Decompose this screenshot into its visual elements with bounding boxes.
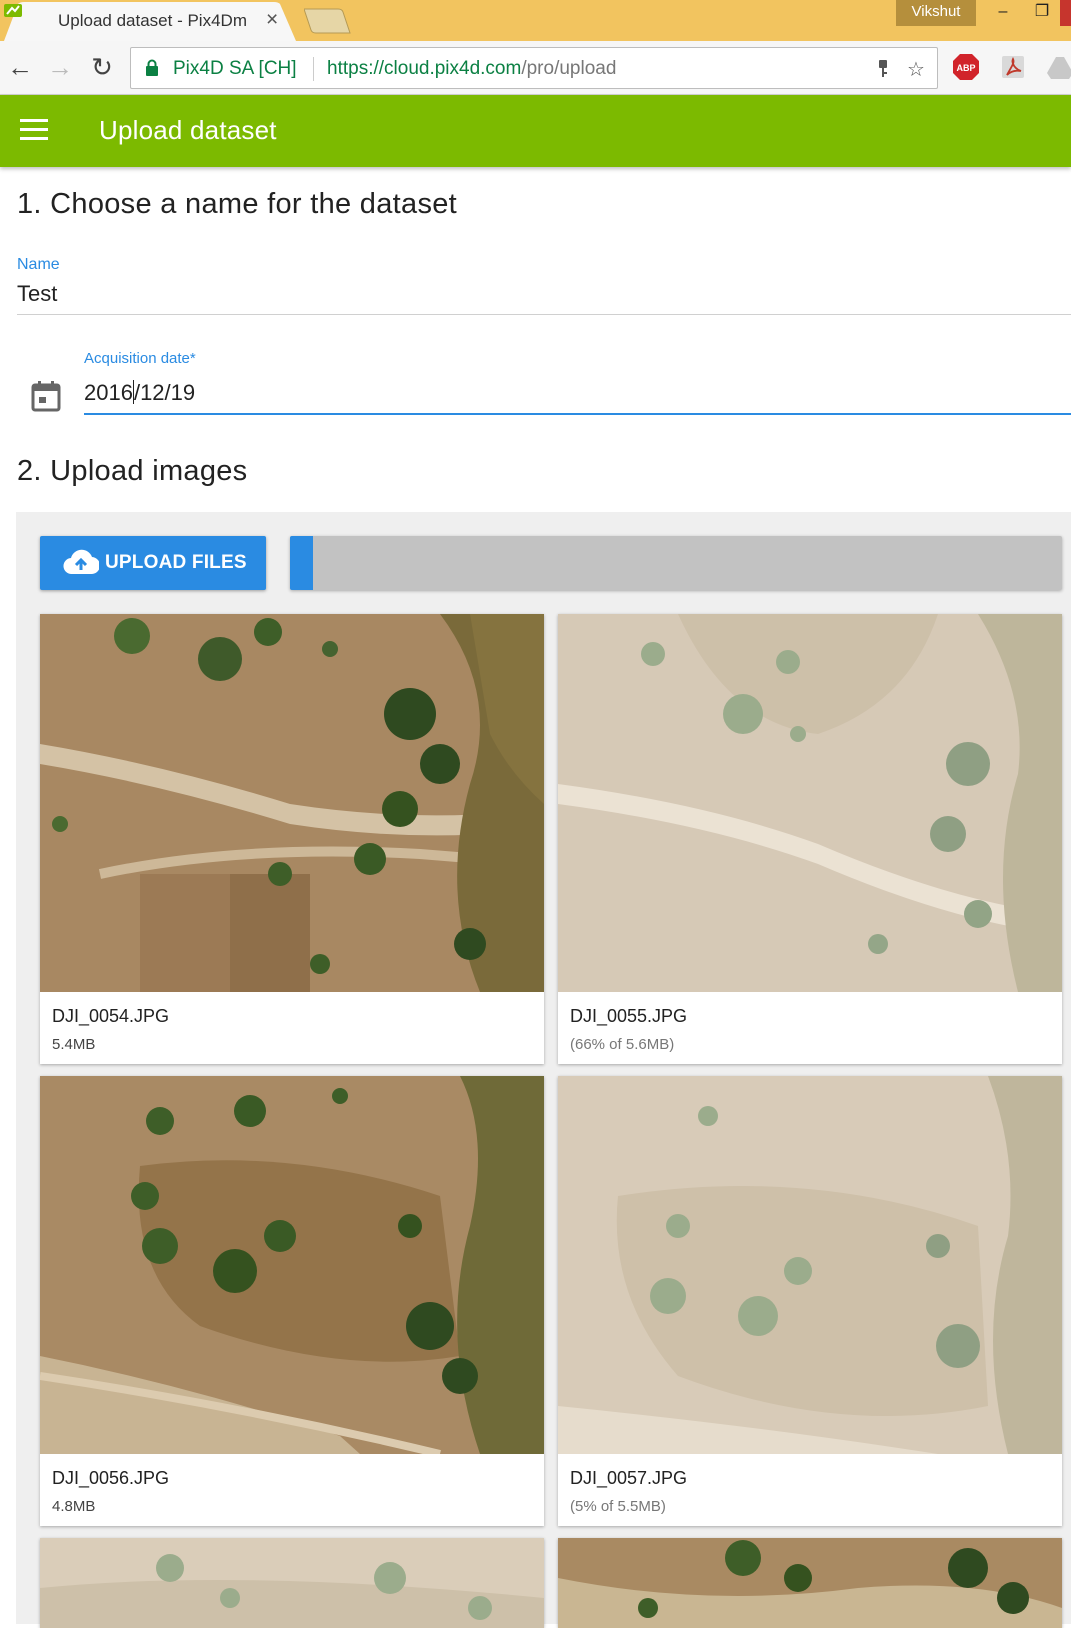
minimize-button[interactable]: –	[985, 0, 1021, 26]
cloud-upload-icon	[63, 549, 99, 575]
drone-image-thumbnail	[558, 1076, 1062, 1454]
file-card[interactable]: DJI_0054.JPG 5.4MB	[40, 614, 544, 1064]
drive-extension-icon[interactable]	[1046, 53, 1071, 81]
address-bar[interactable]: Pix4D SA [CH] https://cloud.pix4d.com/pr…	[130, 47, 938, 89]
file-name: DJI_0054.JPG	[52, 1006, 170, 1026]
page-title: Upload dataset	[99, 115, 277, 145]
acquisition-date-underline	[84, 413, 1071, 415]
name-field[interactable]: Test	[17, 281, 57, 307]
date-text-before-caret: 2016	[84, 380, 133, 405]
browser-tab[interactable]: Upload dataset - Pix4Dm ×	[4, 2, 298, 41]
omnibox-divider	[313, 57, 314, 81]
file-name: DJI_0055.JPG	[570, 1006, 688, 1026]
forward-button[interactable]: →	[46, 53, 74, 81]
overall-progress-fill	[290, 536, 314, 590]
adblock-extension-icon[interactable]: ABP	[952, 53, 980, 81]
drone-image-thumbnail	[558, 1538, 1062, 1628]
url-host: https://cloud.pix4d.com	[327, 58, 522, 79]
name-field-label: Name	[17, 256, 60, 273]
name-field-underline	[17, 314, 1071, 315]
file-card[interactable]: DJI_0056.JPG 4.8MB	[40, 1076, 544, 1526]
tab-close-icon[interactable]: ×	[266, 8, 278, 32]
file-progress: (66% of 5.6MB)	[570, 1036, 675, 1053]
browser-toolbar: ← → ↻ Pix4D SA [CH] https://cloud.pix4d.…	[0, 41, 1071, 95]
restore-button[interactable]: ❐	[1024, 0, 1060, 26]
browser-titlebar: Upload dataset - Pix4Dm × Vikshut – ❐	[0, 0, 1071, 41]
app-bar: Upload dataset	[0, 95, 1071, 167]
drone-image-thumbnail	[40, 614, 544, 992]
overall-progress-bar	[290, 536, 1062, 590]
tab-title: Upload dataset - Pix4Dm	[58, 11, 247, 30]
step1-heading: 1. Choose a name for the dataset	[17, 188, 458, 220]
pix4d-favicon-icon	[4, 4, 22, 17]
drone-image-thumbnail	[558, 614, 1062, 992]
acquisition-date-label: Acquisition date*	[84, 350, 196, 367]
adblock-label: ABP	[956, 63, 975, 73]
file-size: 5.4MB	[52, 1036, 96, 1053]
calendar-icon[interactable]	[31, 380, 61, 412]
step2-heading: 2. Upload images	[17, 455, 248, 487]
url-path: /pro/upload	[521, 58, 617, 79]
file-card[interactable]: DJI_0055.JPG (66% of 5.6MB)	[558, 614, 1062, 1064]
file-card[interactable]	[40, 1538, 544, 1628]
drone-image-thumbnail	[40, 1538, 544, 1628]
url-text: https://cloud.pix4d.com/pro/upload	[327, 58, 616, 80]
menu-icon[interactable]	[20, 119, 50, 141]
reload-button[interactable]: ↻	[88, 53, 116, 81]
file-name: DJI_0057.JPG	[570, 1468, 688, 1488]
pdf-extension-icon[interactable]	[999, 53, 1027, 81]
file-card[interactable]	[558, 1538, 1062, 1628]
file-name: DJI_0056.JPG	[52, 1468, 170, 1488]
upload-files-label: UPLOAD FILES	[105, 552, 247, 573]
close-window-button[interactable]	[1060, 0, 1071, 26]
date-text-after-caret: /12/19	[133, 380, 196, 405]
drone-image-thumbnail	[40, 1076, 544, 1454]
new-tab-button[interactable]	[304, 8, 352, 34]
bookmark-star-icon[interactable]: ☆	[907, 57, 925, 82]
file-progress: (5% of 5.5MB)	[570, 1498, 666, 1515]
key-icon[interactable]	[877, 59, 889, 79]
profile-badge[interactable]: Vikshut	[896, 0, 976, 26]
acquisition-date-field[interactable]: 2016/12/19	[84, 380, 195, 406]
security-org-name: Pix4D SA [CH]	[173, 58, 297, 79]
lock-icon	[146, 59, 158, 76]
file-size: 4.8MB	[52, 1498, 96, 1515]
back-button[interactable]: ←	[6, 53, 34, 81]
file-card[interactable]: DJI_0057.JPG (5% of 5.5MB)	[558, 1076, 1062, 1526]
upload-files-button[interactable]: UPLOAD FILES	[40, 536, 266, 590]
